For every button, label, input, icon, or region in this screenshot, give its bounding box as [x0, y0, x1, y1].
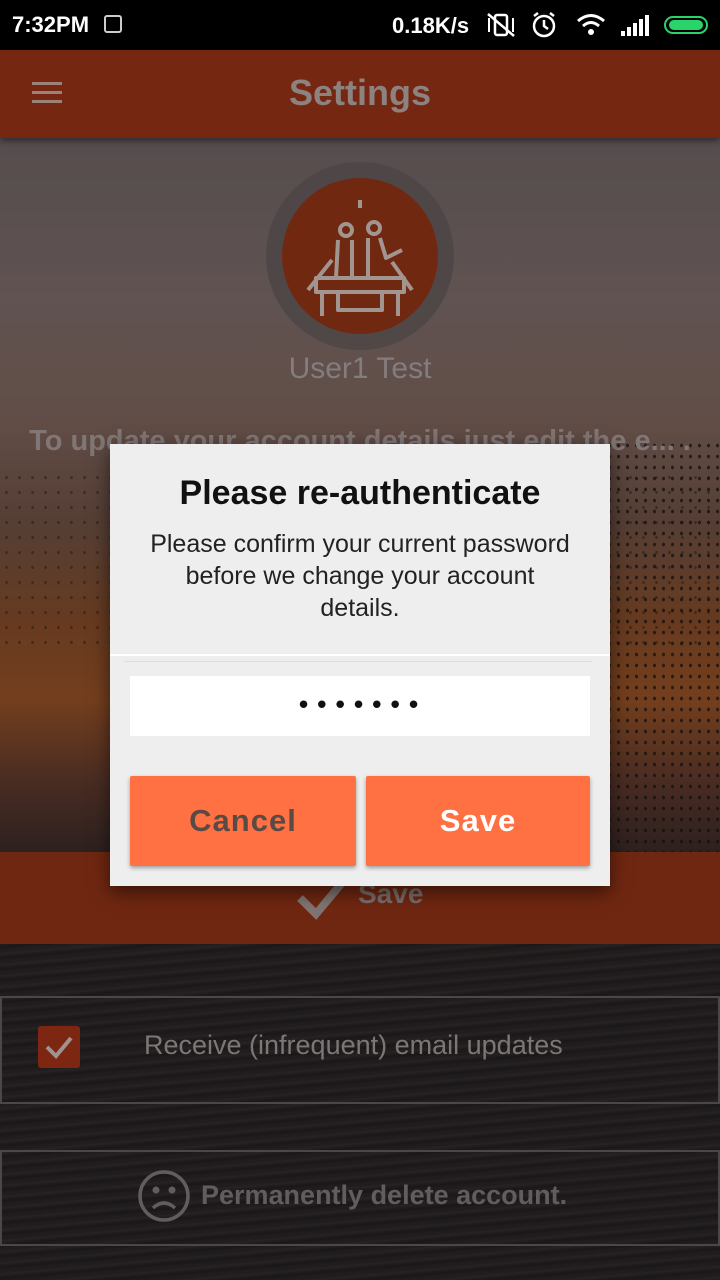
status-bar: 7:32PM 0.18K/s — [0, 0, 720, 50]
alarm-icon — [532, 12, 556, 38]
divider — [110, 654, 610, 656]
dialog-message: Please confirm your current password bef… — [150, 530, 570, 622]
save-button[interactable]: Save — [366, 776, 590, 866]
battery-icon — [664, 16, 708, 34]
reauth-dialog: Please re-authenticate Please confirm yo… — [110, 444, 610, 886]
signal-icon — [621, 15, 649, 36]
wifi-icon — [577, 14, 605, 35]
cancel-button[interactable]: Cancel — [130, 776, 356, 866]
network-speed: 0.18K/s — [392, 13, 470, 38]
status-time: 7:32PM — [12, 12, 90, 37]
dialog-title: Please re-authenticate — [179, 474, 541, 512]
vibrate-off-icon — [487, 13, 515, 37]
divider — [124, 661, 592, 662]
password-input[interactable] — [130, 676, 590, 736]
notification-icon — [104, 15, 122, 33]
